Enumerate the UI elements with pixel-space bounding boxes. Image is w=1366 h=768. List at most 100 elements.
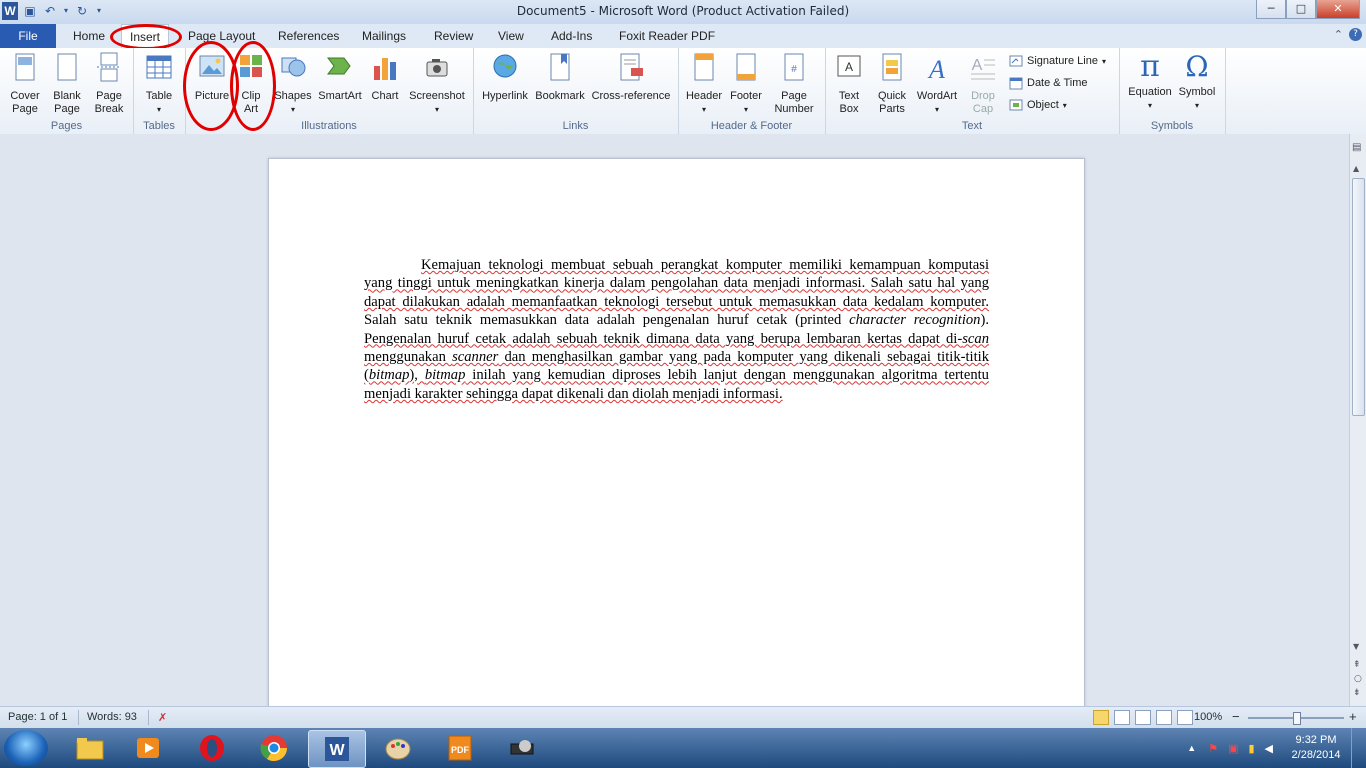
word-count[interactable]: Words: 93 xyxy=(87,711,137,723)
maximize-button[interactable]: □ xyxy=(1286,0,1316,19)
screenshot-button[interactable]: Screenshot ▾ xyxy=(407,52,467,116)
paragraph-run: Kemajuan teknologi membuat sebuah perang… xyxy=(364,257,989,310)
action-center-icon[interactable]: ⚑ xyxy=(1208,742,1218,755)
taskbar-word[interactable]: W xyxy=(308,730,366,768)
signature-line-label: Signature Line xyxy=(1027,55,1098,67)
taskbar-clock[interactable]: 9:32 PM 2/28/2014 xyxy=(1281,733,1351,763)
paragraph-run: bitmap xyxy=(368,367,410,384)
full-screen-reading-view-icon[interactable] xyxy=(1114,710,1130,725)
header-icon xyxy=(694,53,714,81)
volume-icon[interactable]: ◀ xyxy=(1265,742,1273,755)
hyperlink-button[interactable]: Hyperlink xyxy=(479,52,531,103)
chrome-icon xyxy=(260,735,288,762)
paragraph-run: menggunakan xyxy=(364,349,453,366)
web-layout-view-icon[interactable] xyxy=(1135,710,1151,725)
cross-reference-button[interactable]: Cross-reference xyxy=(589,52,673,103)
network-icon[interactable]: ▣ xyxy=(1228,742,1238,755)
taskbar-paint[interactable] xyxy=(370,730,426,766)
select-browse-object-icon[interactable]: ○ xyxy=(1354,674,1362,684)
print-layout-view-icon[interactable] xyxy=(1093,710,1109,725)
disc-drive-icon xyxy=(510,740,534,755)
group-label-illustrations: Illustrations xyxy=(301,120,357,132)
show-desktop-button[interactable] xyxy=(1351,728,1366,768)
page-number-button[interactable]: # Page Number xyxy=(770,52,818,116)
page-count[interactable]: Page: 1 of 1 xyxy=(8,711,67,723)
shapes-button[interactable]: Shapes ▾ xyxy=(273,52,313,116)
start-button[interactable] xyxy=(4,730,48,766)
signature-line-button[interactable]: Signature Line ▾ xyxy=(1009,54,1106,68)
scroll-up-icon[interactable]: ▲ xyxy=(1353,164,1359,173)
tab-mailings[interactable]: Mailings xyxy=(362,24,406,48)
previous-page-icon[interactable]: ⇞ xyxy=(1353,660,1361,670)
blank-page-label-2: Page xyxy=(54,103,80,115)
scroll-down-icon[interactable]: ▼ xyxy=(1353,642,1359,651)
tab-view[interactable]: View xyxy=(498,24,524,48)
proofing-icon[interactable]: ✗ xyxy=(158,711,167,724)
minimize-ribbon-icon[interactable]: ⌃ xyxy=(1334,28,1343,41)
clip-art-button[interactable]: Clip Art xyxy=(235,52,267,116)
equation-label: Equation xyxy=(1128,86,1172,98)
taskbar-explorer[interactable] xyxy=(62,730,118,766)
drop-cap-button[interactable]: A Drop Cap xyxy=(965,52,1001,116)
table-button[interactable]: Table ▾ xyxy=(139,52,179,116)
cover-page-label-2: Page xyxy=(12,103,38,115)
draft-view-icon[interactable] xyxy=(1177,710,1193,725)
taskbar-media-app[interactable] xyxy=(494,730,550,766)
equation-button[interactable]: π Equation ▾ xyxy=(1125,52,1175,112)
taskbar-foxit-pdf[interactable]: PDF xyxy=(432,730,488,766)
text-box-button[interactable]: A Text Box xyxy=(831,52,867,116)
quick-parts-button[interactable]: Quick Parts xyxy=(873,52,911,116)
smartart-button[interactable]: SmartArt xyxy=(315,52,365,103)
equation-dropdown-icon: ▾ xyxy=(1147,101,1152,110)
tab-foxit-reader-pdf[interactable]: Foxit Reader PDF xyxy=(619,24,715,48)
picture-icon xyxy=(199,55,225,77)
taskbar-chrome[interactable] xyxy=(246,730,302,766)
clip-art-icon xyxy=(240,55,262,77)
smartart-label: SmartArt xyxy=(318,90,362,102)
object-button[interactable]: Object ▾ xyxy=(1009,98,1067,112)
ruler-toggle-icon[interactable]: ▤ xyxy=(1352,142,1361,153)
vertical-scrollbar[interactable]: ▤ ▲ ▼ ⇞ ○ ⇟ xyxy=(1349,134,1366,706)
show-hidden-icons-icon[interactable]: ▲ xyxy=(1187,743,1196,753)
status-divider xyxy=(148,710,149,725)
tab-home[interactable]: Home xyxy=(73,24,105,48)
tab-review[interactable]: Review xyxy=(434,24,473,48)
chart-button[interactable]: Chart xyxy=(367,52,403,103)
blank-page-button[interactable]: Blank Page xyxy=(48,52,86,116)
bookmark-button[interactable]: Bookmark xyxy=(533,52,587,103)
header-button[interactable]: Header ▾ xyxy=(682,52,726,116)
symbol-button[interactable]: Ω Symbol ▾ xyxy=(1175,52,1219,112)
close-button[interactable]: ✕ xyxy=(1316,0,1360,19)
document-page[interactable]: Kemajuan teknologi membuat sebuah perang… xyxy=(268,158,1085,720)
scroll-thumb[interactable] xyxy=(1352,178,1365,416)
blank-page-icon xyxy=(57,53,77,81)
taskbar-media-player[interactable] xyxy=(120,730,176,766)
wordart-button[interactable]: A WordArt ▾ xyxy=(913,52,961,116)
picture-button[interactable]: Picture xyxy=(191,52,233,103)
zoom-out-button[interactable]: − xyxy=(1232,709,1240,724)
taskbar-opera[interactable] xyxy=(184,730,240,766)
tab-references[interactable]: References xyxy=(278,24,339,48)
footer-button[interactable]: Footer ▾ xyxy=(726,52,766,116)
wordart-label: WordArt xyxy=(916,90,958,102)
screenshot-dropdown-icon: ▾ xyxy=(434,105,439,114)
tab-file[interactable]: File xyxy=(0,24,56,48)
page-break-button[interactable]: Page Break xyxy=(90,52,128,116)
group-pages: Cover Page Blank Page Page Break Pages xyxy=(0,48,134,134)
help-icon[interactable]: ? xyxy=(1349,28,1362,41)
page-break-label-1: Page xyxy=(96,90,122,102)
zoom-slider-thumb[interactable] xyxy=(1293,712,1301,725)
document-paragraph[interactable]: Kemajuan teknologi membuat sebuah perang… xyxy=(364,256,989,403)
zoom-in-button[interactable]: + xyxy=(1349,709,1357,724)
tab-add-ins[interactable]: Add-Ins xyxy=(551,24,592,48)
outline-view-icon[interactable] xyxy=(1156,710,1172,725)
next-page-icon[interactable]: ⇟ xyxy=(1353,688,1361,698)
zoom-level[interactable]: 100% xyxy=(1194,711,1222,723)
tab-page-layout[interactable]: Page Layout xyxy=(188,24,255,48)
object-label: Object xyxy=(1027,99,1059,111)
cover-page-button[interactable]: Cover Page xyxy=(6,52,44,116)
power-icon[interactable]: ▮ xyxy=(1248,742,1254,755)
tab-insert[interactable]: Insert xyxy=(121,24,170,49)
minimize-button[interactable]: ─ xyxy=(1256,0,1286,19)
date-time-button[interactable]: Date & Time xyxy=(1009,76,1088,90)
